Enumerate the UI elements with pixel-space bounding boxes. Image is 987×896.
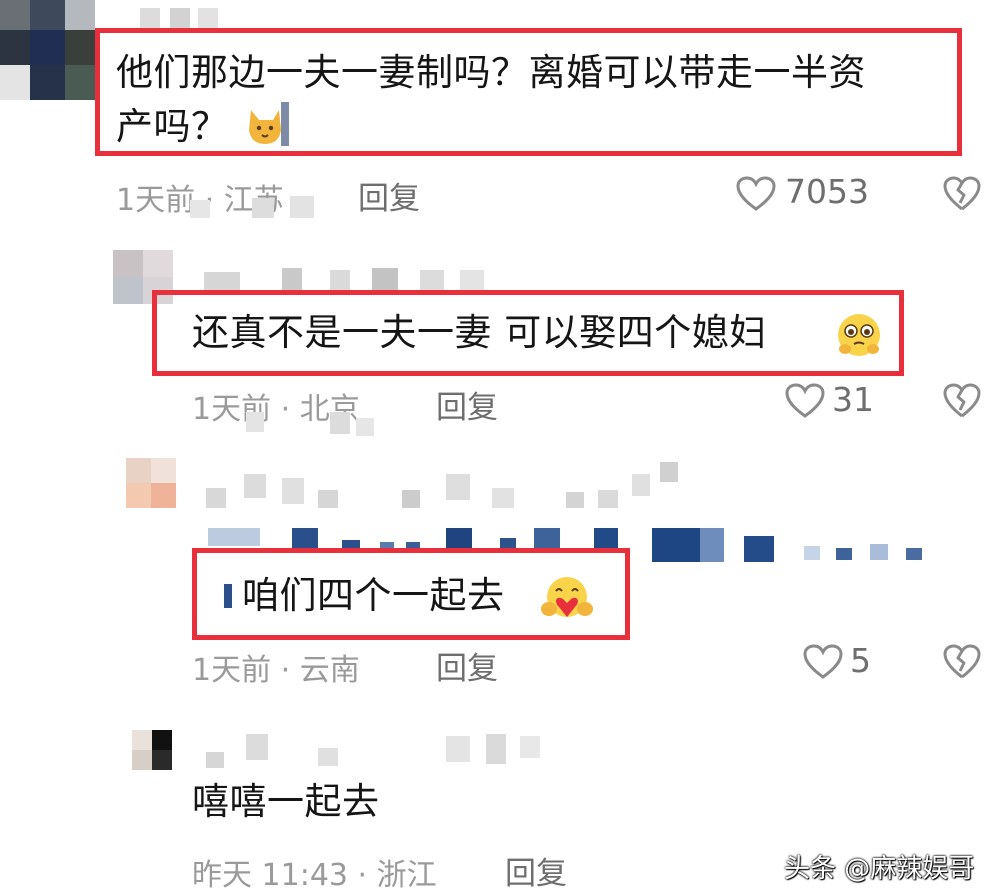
cat-emoji	[243, 100, 291, 148]
comment-3-like-count: 5	[850, 641, 871, 680]
heart-outline-icon[interactable]	[736, 176, 776, 212]
comment-1-text-line1: 他们那边一夫一妻制吗？离婚可以带走一半资	[116, 51, 866, 94]
hugging-heart-emoji	[539, 573, 595, 625]
comment-3-text: 咱们四个一起去	[242, 574, 505, 617]
comment-2-reply-button[interactable]: 回复	[436, 382, 498, 427]
comment-4-text: 嘻嘻一起去	[192, 780, 380, 823]
watermark: 头条 @麻辣娱哥	[784, 854, 975, 884]
pleading-face-emoji	[835, 311, 883, 359]
comment-2-like-count: 31	[832, 380, 874, 419]
comment-1-text-line2: 产吗？	[116, 105, 229, 148]
comment-2-text: 还真不是一夫一妻 可以娶四个媳妇	[192, 311, 767, 354]
heart-outline-icon[interactable]	[785, 383, 825, 419]
comment-4-time-location: 昨天 11:43 · 浙江	[192, 858, 437, 893]
comment-3-time-location: 1天前 · 云南	[192, 653, 360, 688]
comment-1-reply-button[interactable]: 回复	[358, 173, 420, 218]
broken-heart-icon[interactable]	[943, 644, 981, 680]
heart-outline-icon[interactable]	[803, 644, 843, 680]
avatar-commenter-3[interactable]	[126, 458, 176, 508]
broken-heart-icon[interactable]	[943, 176, 981, 212]
comment-1-like-count: 7053	[785, 172, 869, 211]
comment-3-reply-button[interactable]: 回复	[436, 643, 498, 688]
broken-heart-icon[interactable]	[943, 383, 981, 419]
avatar-commenter-4[interactable]	[132, 730, 172, 770]
comment-4-reply-button[interactable]: 回复	[505, 848, 567, 893]
blurred-prefix	[224, 584, 232, 608]
avatar-commenter-1[interactable]	[0, 0, 95, 100]
